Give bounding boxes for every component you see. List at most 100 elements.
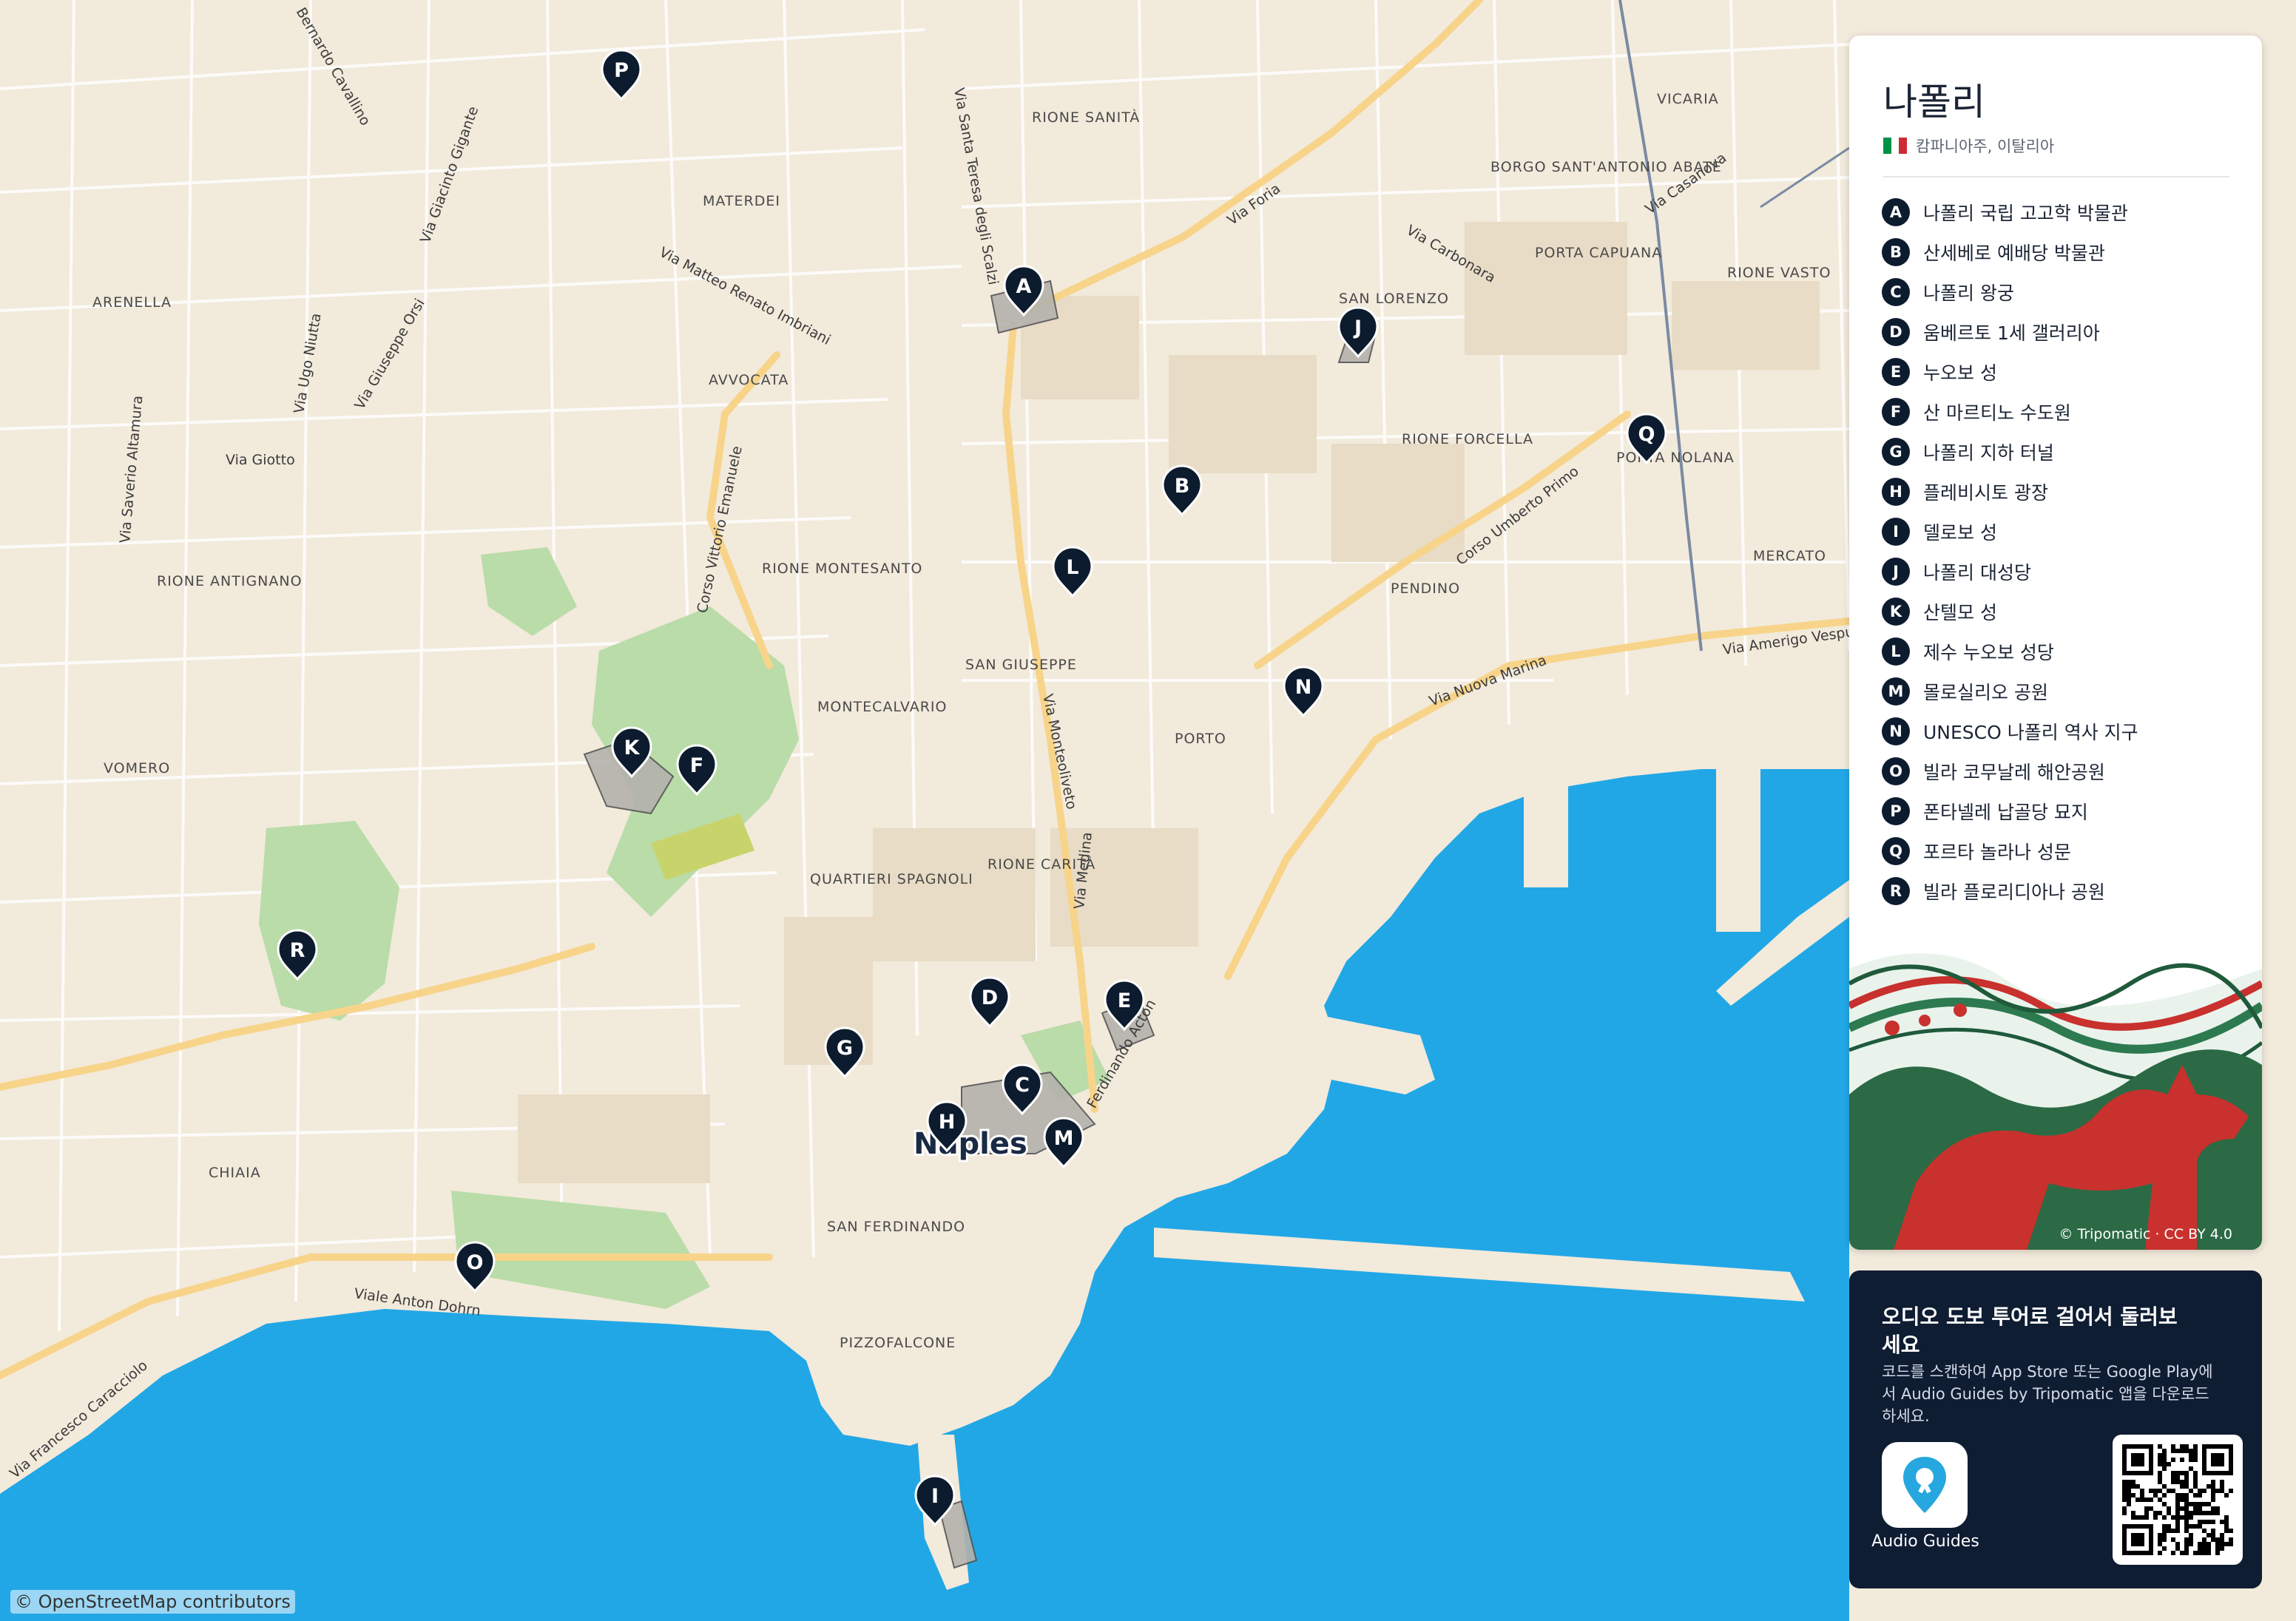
poi-item-q[interactable]: Q 포르타 놀라나 성문 xyxy=(1882,831,2138,871)
district-label: RIONE VASTO xyxy=(1727,265,1831,281)
district-label: PORTA CAPUANA xyxy=(1535,245,1662,261)
poi-badge: C xyxy=(1882,278,1910,306)
district-label: MATERDEI xyxy=(703,193,780,209)
poi-item-e[interactable]: E 누오보 성 xyxy=(1882,352,2138,392)
poi-list: A 나폴리 국립 고고학 박물관 B 산세베로 예배당 박물관 C 나폴리 왕궁 D 움베르토… xyxy=(1882,192,2138,911)
poi-name: 폰타넬레 납골당 묘지 xyxy=(1923,802,2088,823)
poi-name: 몰로실리오 공원 xyxy=(1923,682,2048,703)
district-label: RIONE MONTESANTO xyxy=(762,561,922,577)
map-attribution[interactable]: © OpenStreetMap contributors xyxy=(10,1590,295,1614)
pin-letter: M xyxy=(1054,1127,1074,1150)
poi-item-c[interactable]: C 나폴리 왕궁 xyxy=(1882,272,2138,312)
poi-name: 빌라 코무날레 해안공원 xyxy=(1923,762,2105,783)
pin-letter: N xyxy=(1295,676,1312,699)
road-label: Via Giotto xyxy=(226,452,295,468)
poi-name: 산 마르티노 수도원 xyxy=(1923,402,2071,424)
poi-item-d[interactable]: D 움베르토 1세 갤러리아 xyxy=(1882,312,2138,352)
poi-badge: P xyxy=(1882,797,1910,825)
qr-code-icon xyxy=(2122,1444,2233,1555)
audio-guide-promo: 오디오 도보 투어로 걸어서 둘러보세요 코드를 스캔하여 App Store … xyxy=(1849,1270,2262,1588)
poi-item-j[interactable]: J 나폴리 대성당 xyxy=(1882,552,2138,592)
pin-letter: J xyxy=(1353,317,1362,339)
district-label: SAN GIUSEPPE xyxy=(965,657,1077,673)
poi-badge: F xyxy=(1882,398,1910,426)
pin-letter: A xyxy=(1016,275,1032,298)
poi-item-n[interactable]: N UNESCO 나폴리 역사 지구 xyxy=(1882,711,2138,751)
poi-badge: R xyxy=(1882,877,1910,905)
district-label: RIONE FORCELLA xyxy=(1402,431,1533,447)
district-label: VOMERO xyxy=(104,760,170,776)
app-icon[interactable] xyxy=(1882,1442,1968,1528)
poi-badge: J xyxy=(1882,558,1910,586)
poi-name: 포르타 놀라나 성문 xyxy=(1923,842,2071,863)
district-label: QUARTIERI SPAGNOLI xyxy=(810,871,973,887)
poi-badge: G xyxy=(1882,438,1910,466)
poi-item-p[interactable]: P 폰타넬레 납골당 묘지 xyxy=(1882,791,2138,831)
panel-subtitle: 캄파니아주, 이탈리아 xyxy=(1883,135,2054,157)
poi-name: 움베르토 1세 갤러리아 xyxy=(1923,322,2100,344)
pin-letter: L xyxy=(1066,556,1078,579)
pin-letter: Q xyxy=(1638,423,1655,446)
poi-badge: E xyxy=(1882,358,1910,386)
poi-badge: L xyxy=(1882,637,1910,666)
poi-badge: M xyxy=(1882,677,1910,705)
poi-item-g[interactable]: G 나폴리 지하 터널 xyxy=(1882,432,2138,472)
district-label: PORTA NOLANA xyxy=(1616,450,1735,466)
district-label: RIONE CARITÀ xyxy=(987,856,1095,873)
district-label: PIZZOFALCONE xyxy=(840,1335,956,1351)
pin-letter: O xyxy=(467,1251,484,1274)
qr-code[interactable] xyxy=(2113,1435,2243,1565)
district-label: AVVOCATA xyxy=(709,372,789,388)
panel-title: 나폴리 xyxy=(1883,81,1985,123)
pin-letter: G xyxy=(837,1037,853,1060)
district-label: RIONE ANTIGNANO xyxy=(157,573,303,589)
pin-letter: F xyxy=(690,754,703,777)
poi-item-f[interactable]: F 산 마르티노 수도원 xyxy=(1882,392,2138,432)
poi-item-h[interactable]: H 플레비시토 광장 xyxy=(1882,472,2138,512)
poi-item-l[interactable]: L 제수 누오보 성당 xyxy=(1882,632,2138,671)
pin-letter: R xyxy=(290,939,305,962)
poi-name: 제수 누오보 성당 xyxy=(1923,642,2054,663)
pin-letter: C xyxy=(1015,1074,1030,1097)
poi-name: 나폴리 국립 고고학 박물관 xyxy=(1923,203,2128,224)
poi-badge: D xyxy=(1882,318,1910,346)
pin-letter: I xyxy=(931,1485,939,1508)
district-label: SAN FERDINANDO xyxy=(827,1219,965,1235)
pin-letter: D xyxy=(982,987,998,1009)
promo-title: 오디오 도보 투어로 걸어서 둘러보세요 xyxy=(1882,1304,2178,1357)
pin-letter: E xyxy=(1118,989,1131,1012)
district-label: MERCATO xyxy=(1753,548,1826,564)
poi-badge: A xyxy=(1882,198,1910,226)
poi-badge: K xyxy=(1882,598,1910,626)
poi-name: 산텔모 성 xyxy=(1923,602,1997,623)
poi-name: 빌라 플로리디아나 공원 xyxy=(1923,881,2105,903)
poi-item-k[interactable]: K 산텔모 성 xyxy=(1882,592,2138,632)
divider xyxy=(1883,176,2229,177)
poi-item-m[interactable]: M 몰로실리오 공원 xyxy=(1882,671,2138,711)
art-credit[interactable]: © Tripomatic · CC BY 4.0 xyxy=(2059,1226,2232,1242)
district-label: PORTO xyxy=(1175,731,1226,747)
poi-name: 누오보 성 xyxy=(1923,362,1997,384)
pin-letter: B xyxy=(1175,475,1190,498)
district-label: BORGO SANT'ANTONIO ABATE xyxy=(1490,159,1722,175)
poi-badge: B xyxy=(1882,238,1910,266)
poi-name: 산세베로 예배당 박물관 xyxy=(1923,243,2105,264)
poi-name: 나폴리 지하 터널 xyxy=(1923,442,2054,464)
district-label: MONTECALVARIO xyxy=(817,699,947,715)
app-label: Audio Guides xyxy=(1871,1532,1979,1551)
district-label: RIONE SANITÀ xyxy=(1032,109,1140,126)
poi-name: 나폴리 대성당 xyxy=(1923,562,2031,583)
poi-item-r[interactable]: R 빌라 플로리디아나 공원 xyxy=(1882,871,2138,911)
promo-text: 코드를 스캔하여 App Store 또는 Google Play에서 Audi… xyxy=(1882,1363,2213,1425)
poi-badge: O xyxy=(1882,757,1910,785)
poi-item-o[interactable]: O 빌라 코무날레 해안공원 xyxy=(1882,751,2138,791)
poi-badge: H xyxy=(1882,478,1910,506)
district-label: CHIAIA xyxy=(209,1165,261,1181)
poi-panel: 나폴리 캄파니아주, 이탈리아 A 나폴리 국립 고고학 박물관 B 산세베로 예배당… xyxy=(1849,35,2262,1250)
poi-item-b[interactable]: B 산세베로 예배당 박물관 xyxy=(1882,232,2138,272)
district-label: PENDINO xyxy=(1391,581,1460,597)
poi-badge: N xyxy=(1882,717,1910,745)
poi-item-a[interactable]: A 나폴리 국립 고고학 박물관 xyxy=(1882,192,2138,232)
poi-item-i[interactable]: I 델로보 성 xyxy=(1882,512,2138,552)
region-text: 캄파니아주, 이탈리아 xyxy=(1916,138,2055,155)
